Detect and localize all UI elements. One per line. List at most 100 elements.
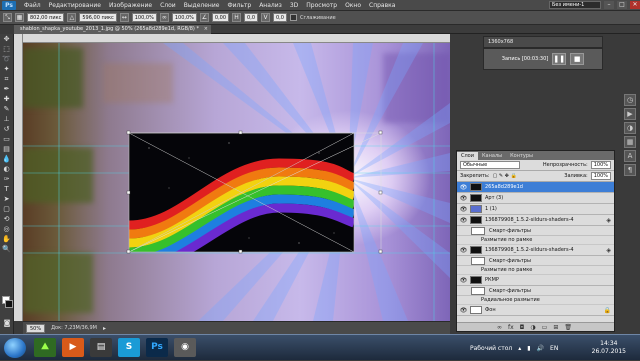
network-icon[interactable]: ▮ [527,345,530,352]
pen-tool-icon[interactable]: ✑ [1,175,13,184]
file-explorer-icon[interactable]: ▤ [90,338,112,357]
eyedropper-tool-icon[interactable]: ✒ [1,85,13,94]
history-brush-tool-icon[interactable]: ↺ [1,125,13,134]
tab-paths[interactable]: Контуры [506,152,537,160]
path-select-tool-icon[interactable]: ➤ [1,195,13,204]
language-indicator[interactable]: EN [550,345,558,352]
new-group-icon[interactable]: ▭ [542,324,548,331]
character-panel-icon[interactable]: A [624,150,636,162]
link-icon[interactable]: ∞ [159,13,169,22]
styles-panel-icon[interactable]: ▦ [624,136,636,148]
layer-row[interactable]: 👁 РКМР [457,275,614,286]
photoshop-taskbar-icon[interactable]: Ps [146,338,168,357]
zoom-field[interactable]: 50% [26,323,46,333]
workspace-select[interactable]: Без имени-1 [549,1,601,9]
reference-point-icon[interactable]: ▦ [15,13,24,22]
smart-object-icon[interactable]: ◈ [606,247,611,254]
move-tool-icon[interactable]: ✥ [1,35,13,44]
menu-item-edit[interactable]: Редактирование [45,2,105,9]
close-tab-icon[interactable]: × [204,25,208,34]
menu-item-view[interactable]: Просмотр [302,2,341,9]
hand-tool-icon[interactable]: ✋ [1,235,13,244]
menu-item-select[interactable]: Выделение [180,2,224,9]
opacity-field[interactable]: 100% [590,161,611,169]
filter-row[interactable]: Размытие по рамке [457,236,614,245]
start-button[interactable] [4,338,26,358]
zoom-tool-icon[interactable]: 🔍 [1,245,13,254]
transform-bounding-box[interactable] [23,43,450,321]
crop-tool-icon[interactable]: ⌗ [1,75,13,84]
smart-filters-row[interactable]: Смарт-фильтры [457,226,614,236]
type-tool-icon[interactable]: T [1,185,13,194]
layer-row[interactable]: 👁 Фон 🔒 [457,305,614,316]
layer-row[interactable]: 👁 1 (1) [457,204,614,215]
y-scale-field[interactable]: 100,0% [171,13,197,22]
media-player-icon[interactable]: ▶ [62,338,84,357]
document-tab[interactable]: shablon_shapka_youtube_2013_1.jpg @ 50% … [14,25,211,34]
menu-item-image[interactable]: Изображение [105,2,156,9]
delete-layer-icon[interactable]: 🗑 [564,324,572,331]
eye-icon[interactable]: 👁 [459,194,468,203]
x-scale-field[interactable]: 100,0% [131,13,157,22]
tab-layers[interactable]: Слои [457,152,478,160]
layer-style-icon[interactable]: fx [508,324,514,331]
smart-filters-row[interactable]: Смарт-фильтры [457,286,614,296]
gradient-tool-icon[interactable]: ▤ [1,145,13,154]
skew-v-field[interactable]: 0,0 [273,13,287,22]
brush-tool-icon[interactable]: ✎ [1,105,13,114]
volume-icon[interactable]: 🔊 [537,345,544,352]
clock[interactable]: 14:34 26.07.2015 [592,340,626,356]
smart-filters-row[interactable]: Смарт-фильтры [457,256,614,266]
layer-row[interactable]: 👁 136879908_1.5.2-sildurs-shaders-4 ◈ [457,215,614,226]
status-menu-arrow-icon[interactable]: ▸ [103,325,106,332]
magic-wand-tool-icon[interactable]: ✦ [1,65,13,74]
eye-icon[interactable]: 👁 [459,205,468,214]
adjustment-layer-icon[interactable]: ◑ [530,324,535,331]
3d-camera-tool-icon[interactable]: ◎ [1,225,13,234]
menu-item-layers[interactable]: Слои [156,2,180,9]
link-layers-icon[interactable]: ∞ [497,324,502,331]
blur-tool-icon[interactable]: 💧 [1,155,13,164]
background-color-swatch[interactable] [5,300,13,308]
adjustments-panel-icon[interactable]: ◑ [624,122,636,134]
lasso-tool-icon[interactable]: ➰ [1,55,13,64]
menu-item-analysis[interactable]: Анализ [255,2,286,9]
menu-item-help[interactable]: Справка [365,2,399,9]
marquee-tool-icon[interactable]: ⬚ [1,45,13,54]
stop-button[interactable]: ■ [570,53,585,65]
screen-recorder-icon[interactable]: ◉ [174,338,196,357]
close-button[interactable]: ✕ [630,1,640,9]
eye-icon[interactable]: 👁 [459,216,468,225]
filter-row[interactable]: Радиальное размытие [457,296,614,305]
eye-icon[interactable]: 👁 [459,276,468,285]
vertical-ruler[interactable] [14,34,23,321]
3d-rotate-tool-icon[interactable]: ⟲ [1,215,13,224]
eraser-tool-icon[interactable]: ▭ [1,135,13,144]
lock-icons[interactable]: ▢ ✎ ✥ 🔒 [493,173,517,179]
actions-panel-icon[interactable]: ▶ [624,108,636,120]
pause-button[interactable]: ❚❚ [552,53,567,65]
height-field[interactable]: 596,00 пикс [79,13,117,22]
horizontal-ruler[interactable] [23,34,450,43]
shape-tool-icon[interactable]: ▢ [1,205,13,214]
skew-h-field[interactable]: 0,0 [244,13,258,22]
layer-row[interactable]: 👁 265a8d289e1d [457,182,614,193]
layer-row[interactable]: 👁 Арт (3) [457,193,614,204]
menu-item-filter[interactable]: Фильтр [223,2,255,9]
maximize-button[interactable]: □ [617,1,627,9]
smart-object-icon[interactable]: ◈ [606,217,611,224]
width-field[interactable]: 802,00 пикс [27,13,65,22]
document-canvas[interactable] [23,43,450,321]
angle-field[interactable]: 0,00 [211,13,230,22]
skype-icon[interactable]: S [118,338,140,357]
tray-arrow-icon[interactable]: ▴ [518,345,521,352]
fill-field[interactable]: 100% [590,172,611,180]
desktop-label[interactable]: Рабочий стол [470,345,512,352]
dodge-tool-icon[interactable]: ◐ [1,165,13,174]
eye-icon[interactable]: 👁 [459,306,468,315]
quick-mask-icon[interactable]: ◙ [1,319,13,328]
menu-item-file[interactable]: Файл [20,2,45,9]
add-mask-icon[interactable]: ◘ [520,324,525,331]
layer-row[interactable]: 👁 136879908_1.5.2-sildurs-shaders-4 ◈ [457,245,614,256]
tab-channels[interactable]: Каналы [478,152,506,160]
